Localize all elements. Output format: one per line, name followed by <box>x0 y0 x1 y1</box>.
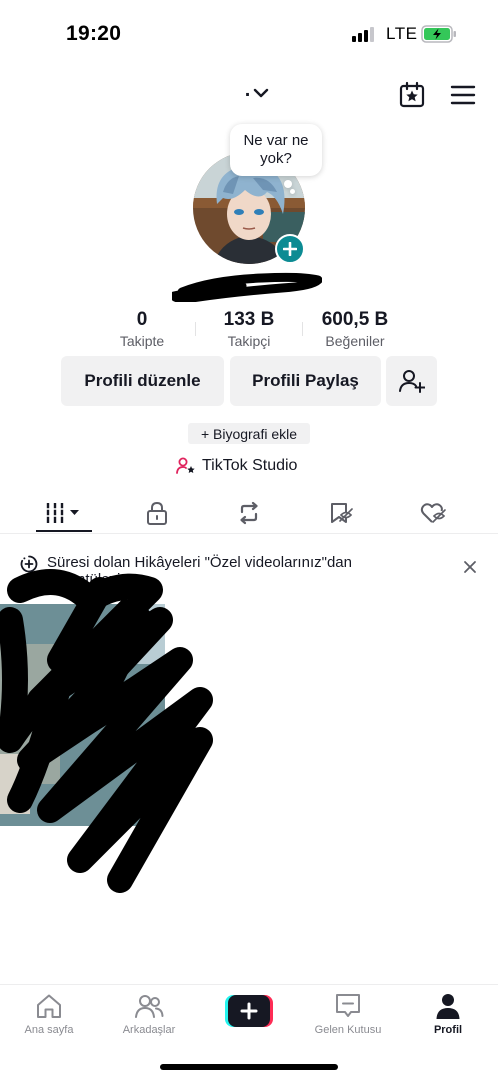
note-bubble-tail <box>284 180 292 188</box>
grid-icon <box>45 503 79 523</box>
tab-private[interactable] <box>112 492 202 534</box>
nav-inbox-label: Gelen Kutusu <box>314 1024 382 1036</box>
redaction-scribble <box>0 569 213 893</box>
chevron-down-icon <box>254 88 269 98</box>
profile-icon <box>436 994 460 1019</box>
friends-icon <box>135 995 164 1018</box>
followers-count: 133 B <box>223 309 275 330</box>
note-bubble[interactable]: Ne var ne yok? <box>230 124 322 176</box>
network-type: LTE <box>386 24 418 43</box>
heart-icon <box>420 503 446 523</box>
likes-label: Beğeniler <box>325 333 385 349</box>
hamburger-menu-icon[interactable] <box>446 78 480 112</box>
nav-inbox[interactable]: Gelen Kutusu <box>303 991 393 1036</box>
followers-label: Takipçi <box>227 333 271 349</box>
following-count: 0 <box>136 309 148 330</box>
add-friend-button[interactable] <box>386 356 437 406</box>
top-bar: . <box>0 70 498 120</box>
active-tab-indicator <box>36 530 92 532</box>
signal-icon <box>352 26 378 42</box>
create-video-button[interactable] <box>225 995 273 1027</box>
following-label: Takipte <box>119 333 165 349</box>
nav-home[interactable]: Ana sayfa <box>4 991 94 1036</box>
studio-icon <box>176 457 195 474</box>
tiktok-studio-link[interactable]: TikTok Studio <box>176 455 297 477</box>
calendar-star-icon[interactable] <box>395 78 429 112</box>
tab-reposts[interactable] <box>204 492 294 534</box>
note-bubble-text: Ne var ne yok? <box>243 132 309 167</box>
nav-home-label: Ana sayfa <box>24 1024 74 1036</box>
nav-friends[interactable]: Arkadaşlar <box>104 991 194 1036</box>
stat-followers[interactable]: 133 B Takipçi <box>189 308 309 350</box>
lock-icon <box>147 501 167 525</box>
status-bar: 19:20 LTE <box>0 0 498 64</box>
tab-favorites[interactable] <box>297 492 387 534</box>
nav-friends-label: Arkadaşlar <box>122 1024 176 1036</box>
bookmark-icon <box>331 503 353 523</box>
nav-profile-label: Profil <box>433 1024 463 1036</box>
repost-icon <box>240 501 258 525</box>
add-bio-button[interactable]: + Biyografi ekle <box>188 423 310 444</box>
home-icon <box>37 994 61 1018</box>
edit-profile-button[interactable]: Profili düzenle <box>61 356 224 406</box>
plus-icon <box>283 242 297 256</box>
battery-icon <box>421 25 456 43</box>
tab-videos[interactable] <box>19 492 109 534</box>
content-tabs <box>0 492 498 534</box>
status-time: 19:20 <box>66 22 122 45</box>
nav-profile[interactable]: Profil <box>403 991 493 1036</box>
add-person-icon <box>398 370 425 393</box>
inbox-icon <box>336 994 360 1017</box>
note-bubble-tail-small <box>290 189 295 194</box>
create-plus-icon <box>225 995 273 1027</box>
account-switcher[interactable]: . <box>240 80 274 106</box>
home-indicator <box>160 1064 338 1070</box>
redacted-username <box>172 272 322 302</box>
studio-label: TikTok Studio <box>202 457 298 474</box>
close-icon[interactable] <box>462 559 478 575</box>
likes-count: 600,5 B <box>321 309 389 330</box>
stat-likes[interactable]: 600,5 B Beğeniler <box>295 308 415 350</box>
profile-stats: 0 Takipte 133 B Takipçi 600,5 B Beğenile… <box>0 308 498 352</box>
share-profile-button[interactable]: Profili Paylaş <box>230 356 381 406</box>
add-story-button[interactable] <box>275 234 305 264</box>
account-name: . <box>244 79 251 101</box>
tab-liked[interactable] <box>389 492 479 534</box>
stat-following[interactable]: 0 Takipte <box>82 308 202 350</box>
